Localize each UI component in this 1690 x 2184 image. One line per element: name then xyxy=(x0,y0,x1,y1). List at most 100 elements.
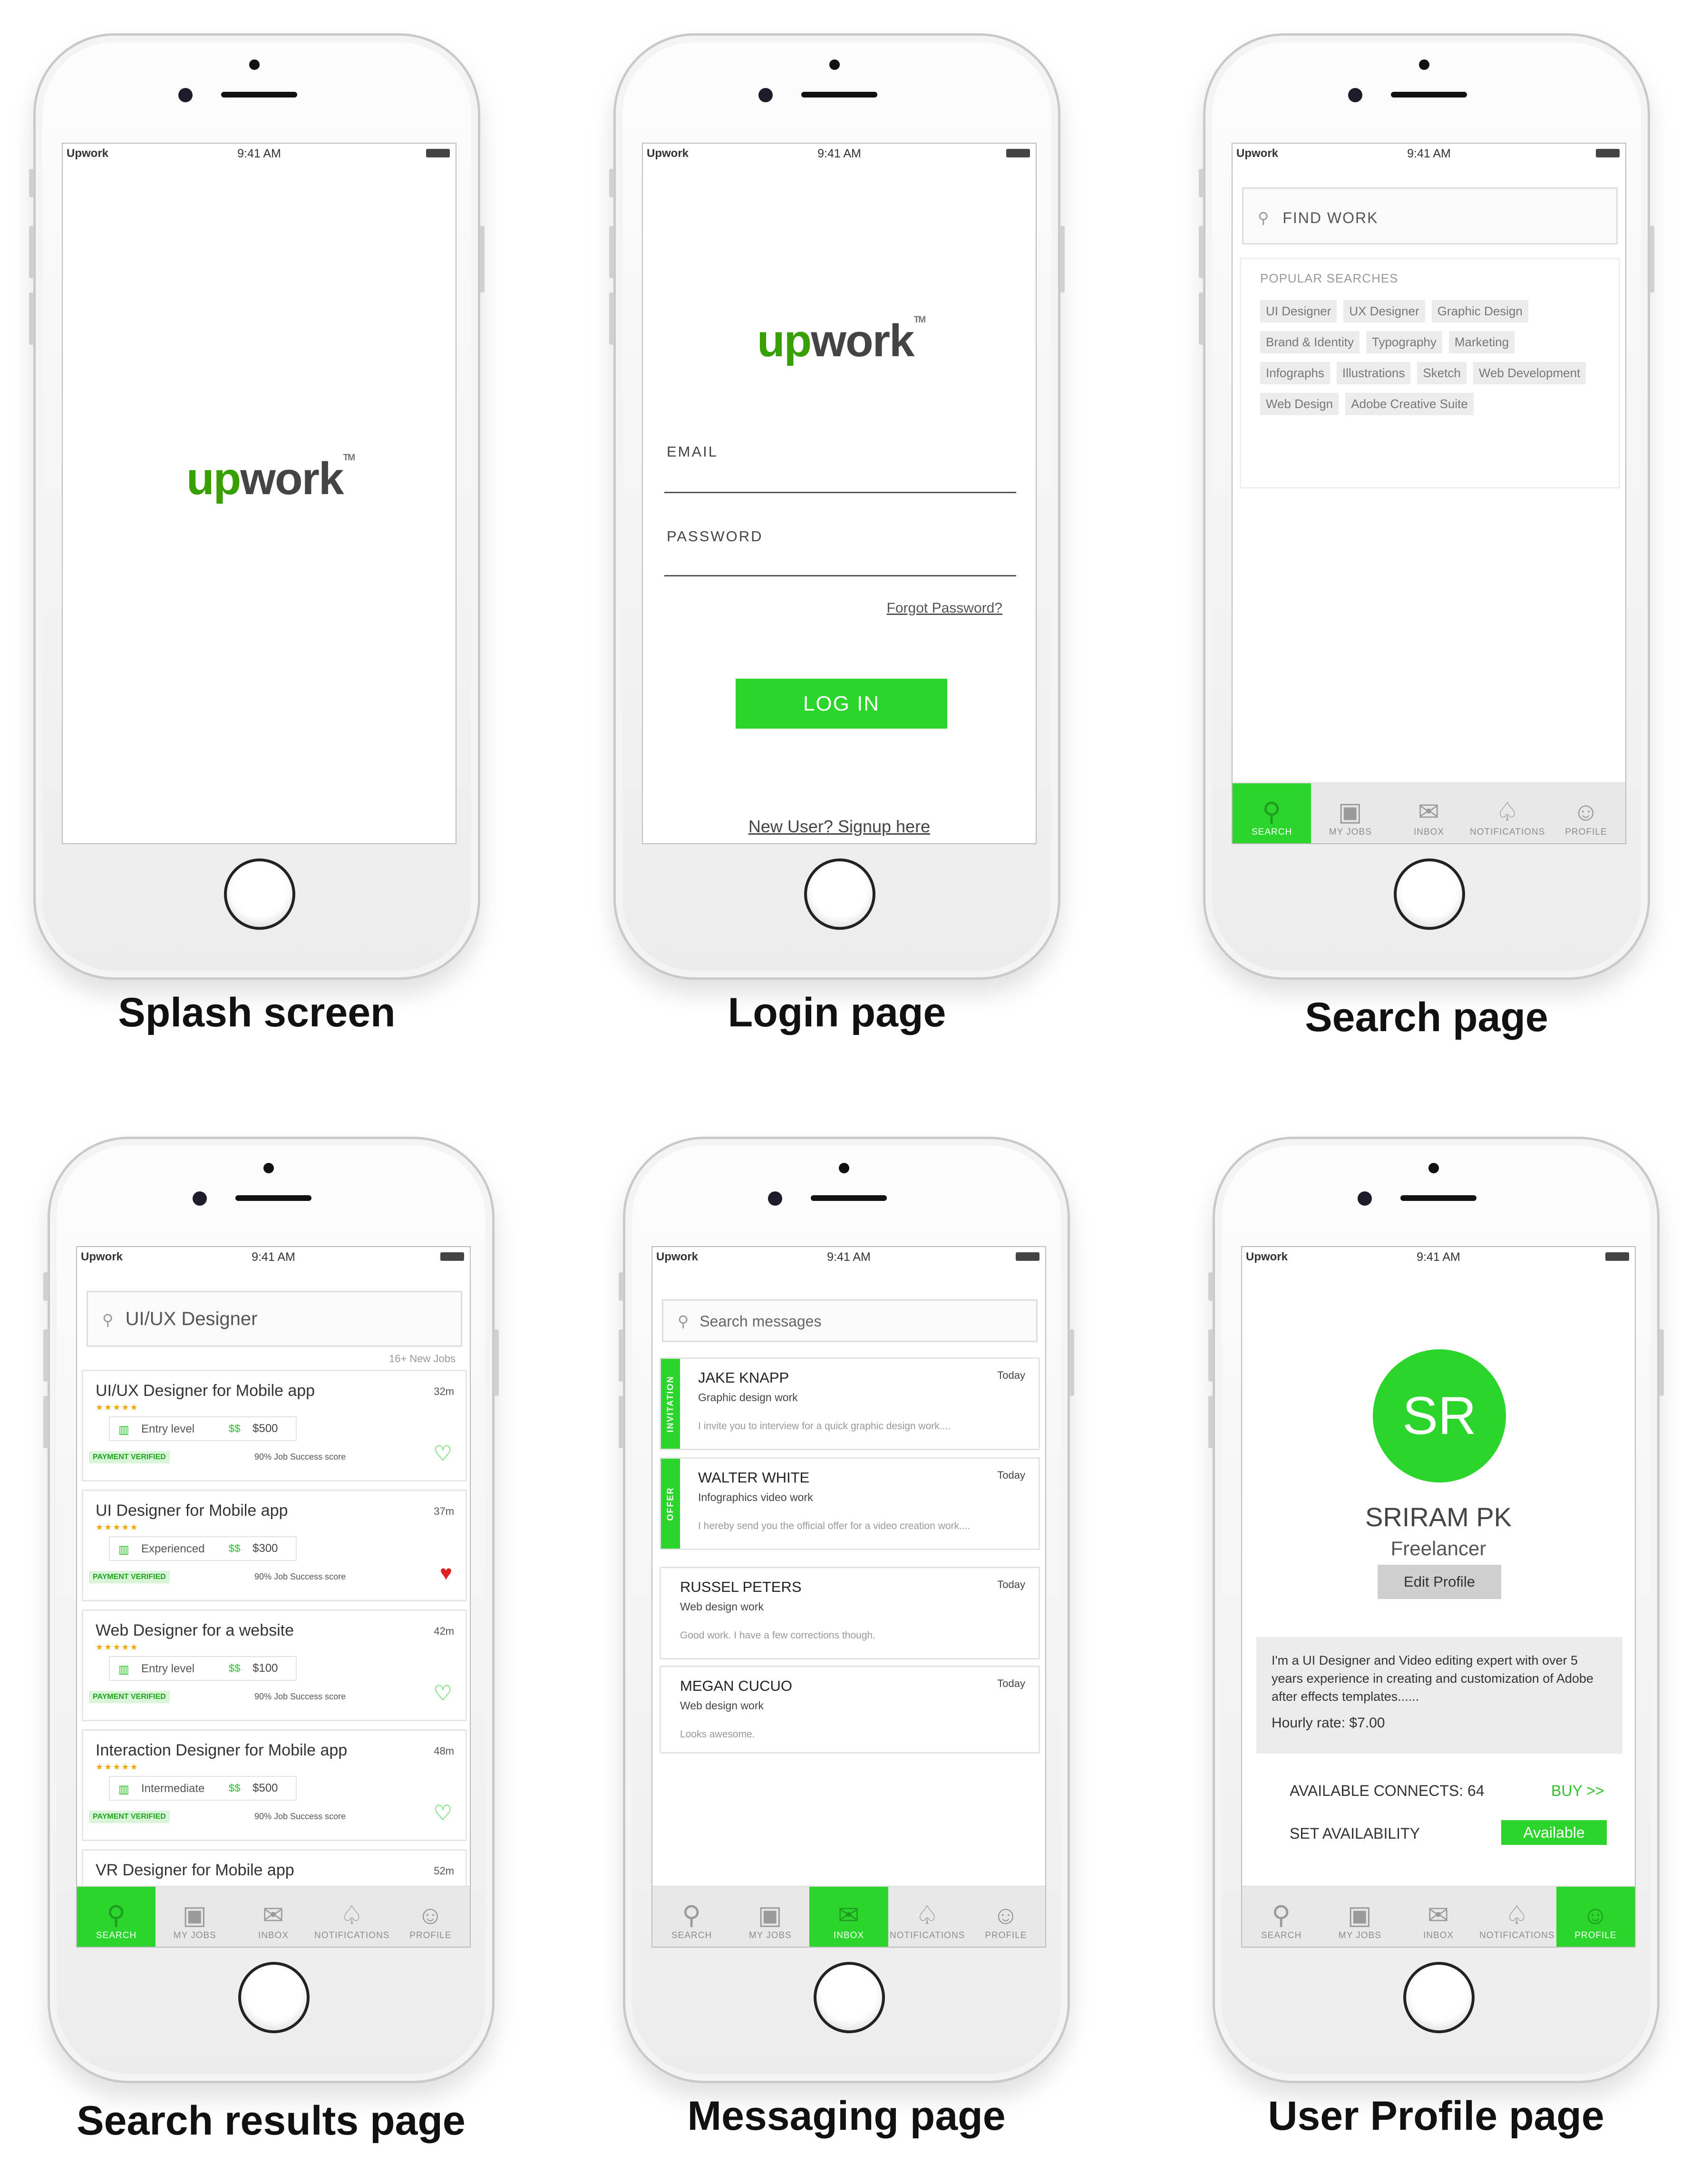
search-chip[interactable]: Brand & Identity xyxy=(1260,331,1360,353)
bio-card: I'm a UI Designer and Video editing expe… xyxy=(1256,1637,1622,1754)
home-button[interactable] xyxy=(1403,1962,1475,2033)
tab-notifications[interactable]: ♤ NOTIFICATIONS xyxy=(1478,1887,1556,1947)
clock: 9:41 AM xyxy=(1417,1250,1460,1264)
message-item[interactable]: INVITATION JAKE KNAPP Graphic design wor… xyxy=(660,1357,1040,1450)
phone-frame: Upwork 9:41 AM ⚲ Search messages INVITATI… xyxy=(619,1137,1074,2083)
results-search-input[interactable]: ⚲ UI/UX Designer xyxy=(87,1291,462,1347)
payment-verified-badge: PAYMENT VERIFIED xyxy=(89,1451,170,1463)
search-chip[interactable]: UX Designer xyxy=(1343,300,1425,322)
tab-profile[interactable]: ☺ PROFILE xyxy=(1556,1887,1635,1947)
tab-inbox[interactable]: ✉ INBOX xyxy=(809,1887,888,1947)
search-messages-input[interactable]: ⚲ Search messages xyxy=(662,1299,1038,1342)
job-title: UI/UX Designer for Mobile app xyxy=(96,1382,315,1400)
user-icon: ☺ xyxy=(1573,798,1600,826)
search-chip[interactable]: Illustrations xyxy=(1336,362,1411,384)
heart-icon[interactable]: ♡ xyxy=(434,1681,452,1706)
job-card[interactable]: UI Designer for Mobile app 37m ★★★★★ ▥ Exp… xyxy=(82,1490,467,1601)
job-card[interactable]: Web Designer for a website 42m ★★★★★ ▥ Ent… xyxy=(82,1609,467,1721)
tab-notifications[interactable]: ♤ NOTIFICATIONS xyxy=(1468,783,1547,843)
briefcase-icon: ▣ xyxy=(1338,798,1363,826)
tab-profile[interactable]: ☺ PROFILE xyxy=(1547,783,1625,843)
find-work-input[interactable]: ⚲ FIND WORK xyxy=(1242,187,1618,244)
status-bar: Upwork 9:41 AM xyxy=(63,144,456,162)
search-chip[interactable]: Web Design xyxy=(1260,393,1339,415)
tab-my-jobs[interactable]: ▣ MY JOBS xyxy=(1321,1887,1399,1947)
home-button[interactable] xyxy=(1394,858,1465,930)
search-icon: ⚲ xyxy=(107,1901,126,1930)
search-icon: ⚲ xyxy=(678,1313,689,1330)
front-camera xyxy=(1358,1191,1372,1206)
home-button[interactable] xyxy=(238,1962,310,2033)
bell-icon: ♤ xyxy=(1505,1901,1529,1930)
chip-list: UI Designer UX Designer Graphic Design Bran… xyxy=(1260,300,1593,424)
job-card[interactable]: Interaction Designer for Mobile app 48m ★… xyxy=(82,1729,467,1841)
results-screen: Upwork 9:41 AM ⚲ UI/UX Designer 16+ New J… xyxy=(76,1246,471,1948)
heart-icon[interactable]: ♡ xyxy=(434,1801,452,1825)
search-chip[interactable]: Infographs xyxy=(1260,362,1330,384)
payment-verified-badge: PAYMENT VERIFIED xyxy=(89,1571,170,1583)
tab-search[interactable]: ⚲ SEARCH xyxy=(77,1887,156,1947)
tab-my-jobs[interactable]: ▣ MY JOBS xyxy=(155,1887,234,1947)
message-date: Today xyxy=(997,1369,1025,1381)
search-chip[interactable]: UI Designer xyxy=(1260,300,1337,322)
briefcase-icon: ▣ xyxy=(182,1901,207,1930)
envelope-icon: ✉ xyxy=(262,1901,285,1930)
heart-icon[interactable]: ♥ xyxy=(440,1561,452,1585)
bell-icon: ♤ xyxy=(915,1901,939,1930)
search-chip[interactable]: Sketch xyxy=(1417,362,1467,384)
tab-search[interactable]: ⚲ SEARCH xyxy=(1242,1887,1321,1947)
home-button[interactable] xyxy=(224,858,295,930)
tab-inbox[interactable]: ✉ INBOX xyxy=(234,1887,312,1947)
tab-notifications[interactable]: ♤ NOTIFICATIONS xyxy=(888,1887,967,1947)
message-item[interactable]: RUSSEL PETERS Web design work Good work.… xyxy=(660,1567,1040,1659)
job-success-score: 90% Job Success score xyxy=(254,1812,346,1821)
tab-profile[interactable]: ☺ PROFILE xyxy=(967,1887,1045,1947)
search-chip[interactable]: Adobe Creative Suite xyxy=(1345,393,1474,415)
buy-connects-link[interactable]: BUY >> xyxy=(1551,1782,1604,1800)
search-chip[interactable]: Graphic Design xyxy=(1431,300,1528,322)
job-price: $100 xyxy=(253,1662,278,1675)
battery-icon xyxy=(1006,149,1030,157)
camera-dot xyxy=(829,59,840,70)
message-item[interactable]: OFFER WALTER WHITE Infographics video wo… xyxy=(660,1457,1040,1550)
search-chip[interactable]: Marketing xyxy=(1448,331,1515,353)
rating-stars: ★★★★★ xyxy=(96,1522,139,1532)
job-meta: ▥ Intermediate $$ $500 xyxy=(109,1776,297,1801)
tab-inbox[interactable]: ✉ INBOX xyxy=(1389,783,1468,843)
login-button[interactable]: LOG IN xyxy=(736,679,947,729)
clock: 9:41 AM xyxy=(252,1250,295,1264)
tab-my-jobs[interactable]: ▣ MY JOBS xyxy=(1311,783,1389,843)
search-chip[interactable]: Typography xyxy=(1366,331,1442,353)
status-bar: Upwork 9:41 AM xyxy=(1233,144,1625,162)
tab-my-jobs[interactable]: ▣ MY JOBS xyxy=(731,1887,809,1947)
message-sender: MEGAN CUCUO xyxy=(680,1677,792,1694)
tab-profile[interactable]: ☺ PROFILE xyxy=(391,1887,470,1947)
forgot-password-link[interactable]: Forgot Password? xyxy=(887,600,1002,616)
home-button[interactable] xyxy=(804,858,875,930)
password-field[interactable] xyxy=(664,550,1016,576)
speaker xyxy=(1391,92,1467,98)
email-field[interactable] xyxy=(664,467,1016,493)
tab-search[interactable]: ⚲ SEARCH xyxy=(652,1887,731,1947)
tab-inbox[interactable]: ✉ INBOX xyxy=(1399,1887,1477,1947)
job-card[interactable]: UI/UX Designer for Mobile app 32m ★★★★★ ▥… xyxy=(82,1370,467,1482)
user-icon: ☺ xyxy=(1582,1901,1609,1930)
job-meta: ▥ Entry level $$ $500 xyxy=(109,1416,297,1441)
tab-search[interactable]: ⚲ SEARCH xyxy=(1233,783,1311,843)
clock: 9:41 AM xyxy=(817,147,861,160)
heart-icon[interactable]: ♡ xyxy=(434,1442,452,1466)
home-button[interactable] xyxy=(814,1962,885,2033)
signup-link[interactable]: New User? Signup here xyxy=(643,817,1036,837)
availability-toggle[interactable]: Available xyxy=(1501,1820,1607,1845)
edit-profile-button[interactable]: Edit Profile xyxy=(1378,1565,1501,1599)
message-sender: JAKE KNAPP xyxy=(698,1369,789,1386)
search-chip[interactable]: Web Development xyxy=(1473,362,1586,384)
search-icon: ⚲ xyxy=(682,1901,701,1930)
tab-notifications[interactable]: ♤ NOTIFICATIONS xyxy=(313,1887,391,1947)
message-item[interactable]: MEGAN CUCUO Web design work Looks awesom… xyxy=(660,1666,1040,1754)
clock: 9:41 AM xyxy=(827,1250,871,1264)
camera-dot xyxy=(1428,1163,1439,1173)
message-tag: INVITATION xyxy=(661,1359,680,1449)
job-time: 32m xyxy=(434,1385,454,1397)
message-preview: Looks awesome. xyxy=(680,1729,755,1740)
